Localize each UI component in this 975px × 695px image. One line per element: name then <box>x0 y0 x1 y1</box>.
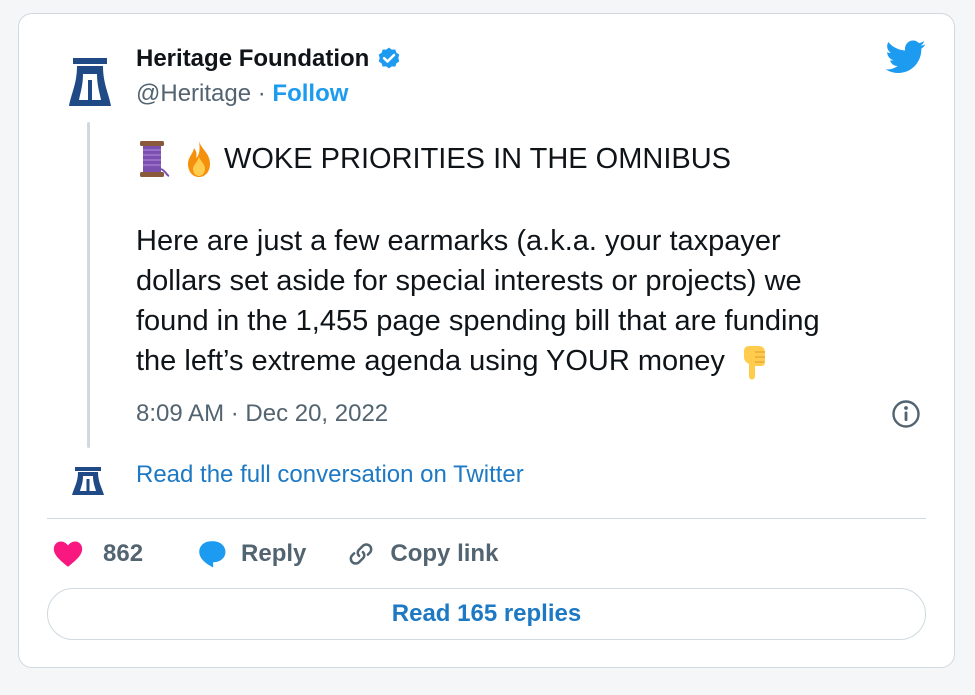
copy-link-label: Copy link <box>390 540 499 567</box>
follow-button[interactable]: Follow <box>272 80 348 107</box>
like-count: 862 <box>103 540 144 567</box>
tweet-timestamp[interactable]: 8:09 AM · Dec 20, 2022 <box>136 400 388 428</box>
heritage-logo-small <box>72 467 104 495</box>
twitter-bird-icon[interactable] <box>886 40 926 74</box>
thread-line <box>87 122 90 448</box>
reply-label: Reply <box>241 540 307 567</box>
pointing-down-icon <box>743 346 765 380</box>
read-full-conversation-link[interactable]: Read the full conversation on Twitter <box>136 461 524 489</box>
tweet-card: Heritage Foundation @Heritage · Follow W… <box>18 13 955 668</box>
reply-button[interactable]: Reply <box>143 537 306 571</box>
tweet-headline-row: WOKE PRIORITIES IN THE OMNIBUS <box>136 139 936 179</box>
author-name-row: Heritage Foundation <box>136 45 402 73</box>
fire-icon <box>188 141 210 177</box>
tweet-body: Here are just a few earmarks (a.k.a. you… <box>136 221 936 381</box>
thread-spool-icon <box>140 141 170 177</box>
speech-bubble-icon <box>199 541 226 568</box>
verified-badge-icon <box>379 47 400 69</box>
author-handle-row: @Heritage · Follow <box>136 80 348 108</box>
tweet-body-text: Here are just a few earmarks (a.k.a. you… <box>136 225 820 377</box>
heart-icon <box>53 541 83 567</box>
heritage-logo-avatar[interactable] <box>67 54 113 110</box>
tweet-headline: WOKE PRIORITIES IN THE OMNIBUS <box>224 143 732 175</box>
author-handle[interactable]: @Heritage <box>136 80 251 107</box>
copy-link-button[interactable]: Copy link <box>306 539 498 569</box>
author-display-name[interactable]: Heritage Foundation <box>136 45 369 73</box>
tweet-text: WOKE PRIORITIES IN THE OMNIBUS Here are … <box>136 139 936 381</box>
link-icon <box>350 543 373 565</box>
handle-separator: · <box>251 80 273 107</box>
read-replies-label: Read 165 replies <box>391 600 582 627</box>
read-replies-button[interactable]: Read 165 replies <box>47 588 926 640</box>
divider <box>47 518 926 519</box>
like-button[interactable]: 862 <box>51 537 143 571</box>
action-bar: 862 Reply Copy link <box>51 534 498 574</box>
info-icon[interactable] <box>891 399 921 429</box>
